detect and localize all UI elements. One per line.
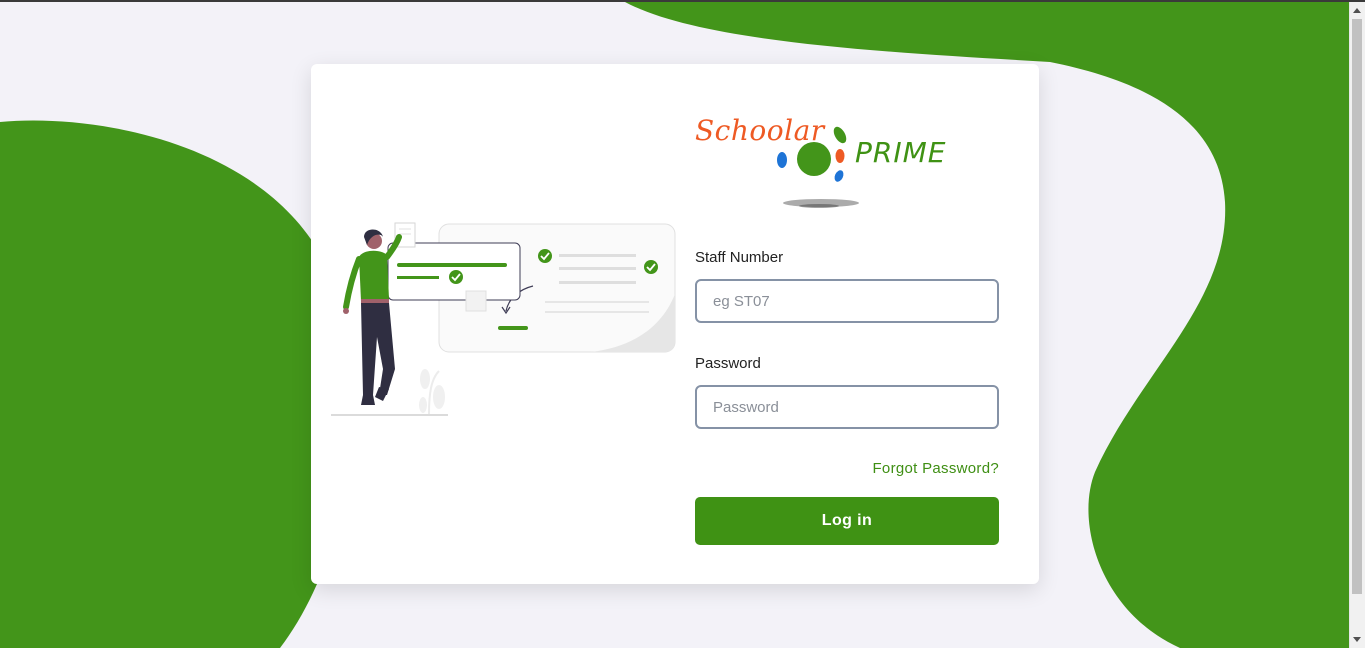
login-button[interactable]: Log in (695, 497, 999, 545)
logo-word-schoolar: Schoolar (695, 114, 825, 147)
staff-number-input[interactable] (695, 279, 999, 323)
schoolar-prime-logo: Schoolar PRIME (693, 112, 963, 212)
password-input[interactable] (695, 385, 999, 429)
left-green-blob (0, 120, 353, 648)
password-label: Password (695, 355, 761, 372)
checklist-illustration (331, 222, 676, 416)
scrollbar-thumb[interactable] (1352, 19, 1362, 594)
logo-word-prime: PRIME (855, 136, 947, 169)
scroll-down-arrow-icon[interactable] (1353, 637, 1361, 642)
page-scrollbar[interactable] (1349, 2, 1365, 648)
forgot-password-link[interactable]: Forgot Password? (872, 460, 999, 477)
login-card: Schoolar PRIME Staff Number Password For… (311, 64, 1039, 584)
scroll-up-arrow-icon[interactable] (1353, 8, 1361, 13)
staff-number-label: Staff Number (695, 249, 784, 266)
